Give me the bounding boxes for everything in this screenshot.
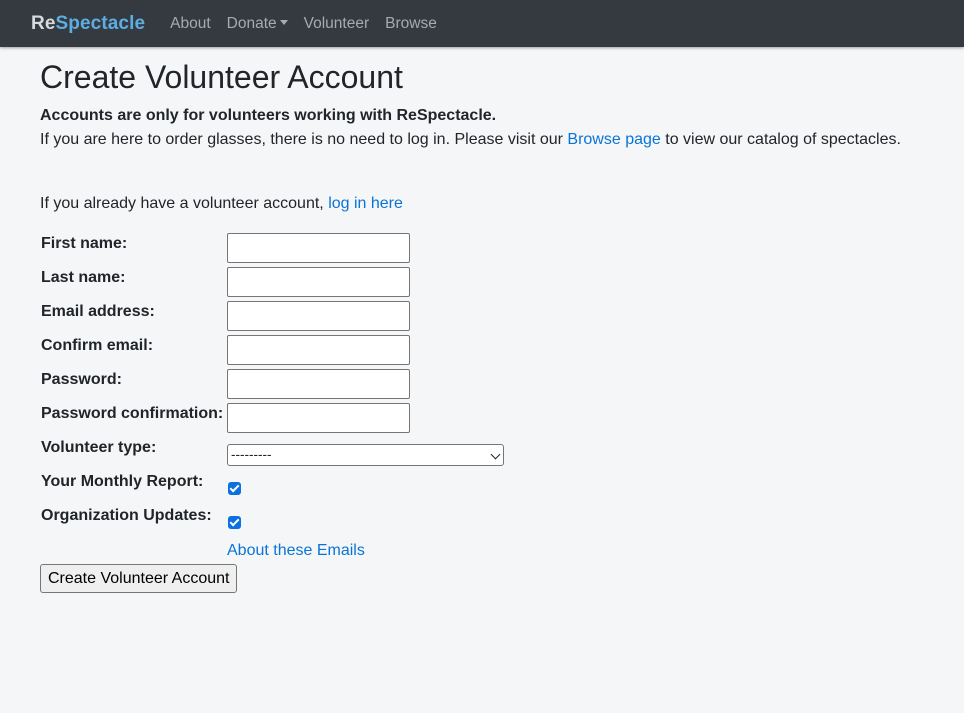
nav-donate-dropdown[interactable]: Donate bbox=[227, 15, 288, 33]
email-input[interactable] bbox=[227, 301, 410, 331]
login-prompt: If you already have a volunteer account,… bbox=[40, 195, 403, 213]
password-confirm-label: Password confirmation: bbox=[41, 405, 224, 422]
confirm-email-label: Confirm email: bbox=[41, 337, 154, 354]
confirm-email-input[interactable] bbox=[227, 335, 410, 365]
password-row: Password: bbox=[41, 369, 641, 399]
notice-text-before: If you are here to order glasses, there … bbox=[40, 131, 568, 148]
nav-about[interactable]: About bbox=[170, 15, 211, 33]
volunteer-type-select[interactable]: --------- bbox=[227, 444, 504, 466]
last-name-row: Last name: bbox=[41, 267, 641, 297]
chevron-down-icon bbox=[490, 449, 501, 460]
caret-down-icon bbox=[279, 19, 288, 25]
email-label: Email address: bbox=[41, 303, 155, 320]
about-emails-link[interactable]: About these Emails bbox=[227, 542, 365, 560]
top-navbar: ReSpectacle About Donate Volunteer Brows… bbox=[0, 0, 964, 47]
password-confirm-input[interactable] bbox=[227, 403, 410, 433]
login-link[interactable]: log in here bbox=[328, 195, 403, 212]
nav-browse[interactable]: Browse bbox=[385, 15, 437, 33]
password-input[interactable] bbox=[227, 369, 410, 399]
first-name-label: First name: bbox=[41, 235, 128, 252]
brand-re: Re bbox=[31, 12, 56, 34]
create-account-button[interactable]: Create Volunteer Account bbox=[40, 564, 238, 593]
brand-logo-link[interactable]: ReSpectacle bbox=[31, 13, 145, 35]
notice-text-after: to view our catalog of spectacles. bbox=[660, 131, 901, 148]
order-glasses-notice: If you are here to order glasses, there … bbox=[40, 131, 901, 149]
monthly-report-row: Your Monthly Report: bbox=[41, 471, 641, 501]
confirm-email-row: Confirm email: bbox=[41, 335, 641, 365]
org-updates-label: Organization Updates: bbox=[41, 507, 212, 524]
browse-page-link[interactable]: Browse page bbox=[567, 131, 660, 148]
volunteer-type-label: Volunteer type: bbox=[41, 439, 157, 456]
nav-donate-label: Donate bbox=[226, 14, 277, 32]
password-label: Password: bbox=[41, 371, 122, 388]
org-updates-checkbox[interactable] bbox=[228, 516, 241, 529]
monthly-report-label: Your Monthly Report: bbox=[41, 473, 204, 490]
login-prompt-text: If you already have a volunteer account, bbox=[40, 195, 329, 212]
page-title: Create Volunteer Account bbox=[40, 59, 403, 95]
first-name-input[interactable] bbox=[227, 233, 410, 263]
volunteer-type-selected: --------- bbox=[231, 447, 272, 462]
last-name-input[interactable] bbox=[227, 267, 410, 297]
brand-spectacle: Spectacle bbox=[55, 12, 146, 34]
last-name-label: Last name: bbox=[41, 269, 126, 286]
monthly-report-checkbox[interactable] bbox=[228, 482, 241, 495]
first-name-row: First name: bbox=[41, 233, 641, 263]
password-confirm-row: Password confirmation: bbox=[41, 403, 641, 433]
email-row: Email address: bbox=[41, 301, 641, 331]
nav-volunteer[interactable]: Volunteer bbox=[304, 15, 370, 33]
volunteer-only-notice: Accounts are only for volunteers working… bbox=[40, 107, 497, 124]
volunteer-type-row: Volunteer type: --------- bbox=[41, 437, 641, 467]
org-updates-row: Organization Updates: bbox=[41, 505, 641, 535]
